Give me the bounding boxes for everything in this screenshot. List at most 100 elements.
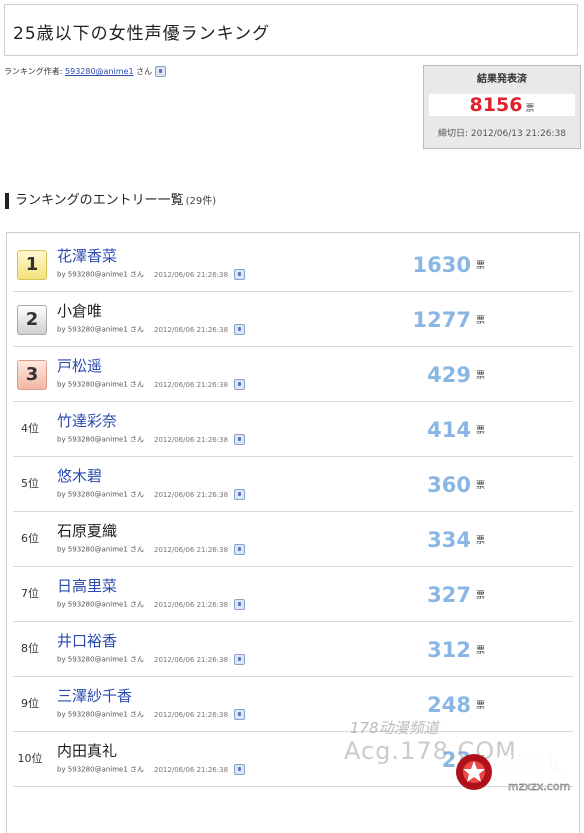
rank-label: 7位 [21,587,39,600]
entry-date: 2012/06/06 21:26:38 [154,380,229,389]
info-icon[interactable] [234,709,246,720]
vote-unit: 票 [475,481,485,491]
entry-name[interactable]: 内田真礼 [57,740,117,761]
deadline: 締切日: 2012/06/13 21:26:38 [437,129,567,139]
rank-badge: 2 [17,305,47,335]
entry-name[interactable]: 小倉唯 [57,300,102,321]
author-suffix: さん [136,67,153,76]
vote-unit: 票 [475,371,485,381]
logo-text: 纸委论坛 [496,754,564,775]
list-item: 1 花澤香菜 by 593280@anime1 さん 2012/06/06 21:… [13,236,573,292]
list-item: 8位 井口裕香 by 593280@anime1 さん 2012/06/06 21… [13,621,573,677]
vote-unit: 票 [475,701,485,711]
rank-label: 4位 [21,422,39,435]
entry-meta: by 593280@anime1 さん 2012/06/06 21:26:38 [57,269,246,280]
entry-meta: by 593280@anime1 さん 2012/06/06 21:26:38 [57,324,246,335]
page-header: 25歳以下の女性声優ランキング [4,4,578,56]
entry-name[interactable]: 石原夏織 [57,520,117,541]
total-votes: 8156 [469,94,523,116]
entry-author[interactable]: by 593280@anime1 さん [57,491,144,499]
result-panel: 結果発表済 8156 票 締切日: 2012/06/13 21:26:38 [423,65,581,149]
author-link[interactable]: 593280@anime1 [65,67,134,76]
entry-name[interactable]: 井口裕香 [57,630,117,651]
entry-date: 2012/06/06 21:26:38 [154,765,229,774]
vote-count: 327 [427,583,471,607]
info-icon[interactable] [234,599,246,610]
list-item: 6位 石原夏織 by 593280@anime1 さん 2012/06/06 21… [13,511,573,567]
list-item: 9位 三澤紗千香 by 593280@anime1 さん 2012/06/06 2… [13,676,573,732]
section-heading: ランキングのエントリー一覧 (29件) [5,189,216,209]
entry-date: 2012/06/06 21:26:38 [154,325,229,334]
list-item: 3 戸松遥 by 593280@anime1 さん 2012/06/06 21:2… [13,346,573,402]
entry-name[interactable]: 悠木碧 [57,465,102,486]
entry-meta: by 593280@anime1 さん 2012/06/06 21:26:38 [57,434,246,445]
entry-meta: by 593280@anime1 さん 2012/06/06 21:26:38 [57,544,246,555]
vote-count: 414 [427,418,471,442]
entry-name[interactable]: 戸松遥 [57,355,102,376]
vote-count: 334 [427,528,471,552]
entry-date: 2012/06/06 21:26:38 [154,435,229,444]
entry-meta: by 593280@anime1 さん 2012/06/06 21:26:38 [57,379,246,390]
list-item: 4位 竹達彩奈 by 593280@anime1 さん 2012/06/06 21… [13,401,573,457]
logo-url: mzxzx.com [508,780,570,793]
watermark-channel: 178动漫频道 [350,719,439,737]
vote-unit: 票 [475,646,485,656]
entry-author[interactable]: by 593280@anime1 さん [57,271,144,279]
info-icon[interactable] [234,269,246,280]
author-label: ランキング作者: [4,67,63,76]
vote-count: 1277 [412,308,471,332]
forum-logo: 纸委论坛 mzxzx.com [456,754,570,793]
entry-date: 2012/06/06 21:26:38 [154,545,229,554]
rank-badge: 1 [17,250,47,280]
page-title: 25歳以下の女性声優ランキング [13,24,271,44]
entry-name[interactable]: 三澤紗千香 [57,685,132,706]
rank-label: 9位 [21,697,39,710]
rank-label: 10位 [17,752,43,765]
result-status: 結果発表済 [477,74,527,85]
info-icon[interactable] [234,764,246,775]
info-icon[interactable] [234,489,246,500]
rank-label: 8位 [21,642,39,655]
info-icon[interactable] [234,324,246,335]
entry-meta: by 593280@anime1 さん 2012/06/06 21:26:38 [57,599,246,610]
vote-count: 360 [427,473,471,497]
vote-unit: 票 [475,261,485,271]
entry-meta: by 593280@anime1 さん 2012/06/06 21:26:38 [57,709,246,720]
entry-author[interactable]: by 593280@anime1 さん [57,381,144,389]
entry-name[interactable]: 竹達彩奈 [57,410,117,431]
info-icon[interactable] [234,379,246,390]
rank-label: 6位 [21,532,39,545]
entry-meta: by 593280@anime1 さん 2012/06/06 21:26:38 [57,654,246,665]
entry-author[interactable]: by 593280@anime1 さん [57,601,144,609]
entry-author[interactable]: by 593280@anime1 さん [57,546,144,554]
vote-unit: 票 [475,536,485,546]
entry-author[interactable]: by 593280@anime1 さん [57,766,144,774]
entry-count: (29件) [185,196,217,207]
entry-date: 2012/06/06 21:26:38 [154,655,229,664]
info-icon[interactable] [154,66,166,77]
entry-author[interactable]: by 593280@anime1 さん [57,656,144,664]
info-icon[interactable] [234,654,246,665]
entry-author[interactable]: by 593280@anime1 さん [57,436,144,444]
info-icon[interactable] [234,434,246,445]
entry-meta: by 593280@anime1 さん 2012/06/06 21:26:38 [57,489,246,500]
entry-author[interactable]: by 593280@anime1 さん [57,711,144,719]
entry-name[interactable]: 花澤香菜 [57,245,117,266]
vote-unit: 票 [475,426,485,436]
vote-count: 312 [427,638,471,662]
rank-badge: 3 [17,360,47,390]
vote-count: 248 [427,693,471,717]
entry-name[interactable]: 日高里菜 [57,575,117,596]
vote-count: 429 [427,363,471,387]
entry-date: 2012/06/06 21:26:38 [154,490,229,499]
entry-author[interactable]: by 593280@anime1 さん [57,326,144,334]
list-item: 5位 悠木碧 by 593280@anime1 さん 2012/06/06 21:… [13,456,573,512]
info-icon[interactable] [234,544,246,555]
list-item: 2 小倉唯 by 593280@anime1 さん 2012/06/06 21:2… [13,291,573,347]
vote-count: 1630 [412,253,471,277]
section-title-text: ランキングのエントリー一覧 [15,193,184,208]
vote-unit: 票 [475,316,485,326]
entry-date: 2012/06/06 21:26:38 [154,600,229,609]
list-item: 7位 日高里菜 by 593280@anime1 さん 2012/06/06 21… [13,566,573,622]
entry-date: 2012/06/06 21:26:38 [154,270,229,279]
